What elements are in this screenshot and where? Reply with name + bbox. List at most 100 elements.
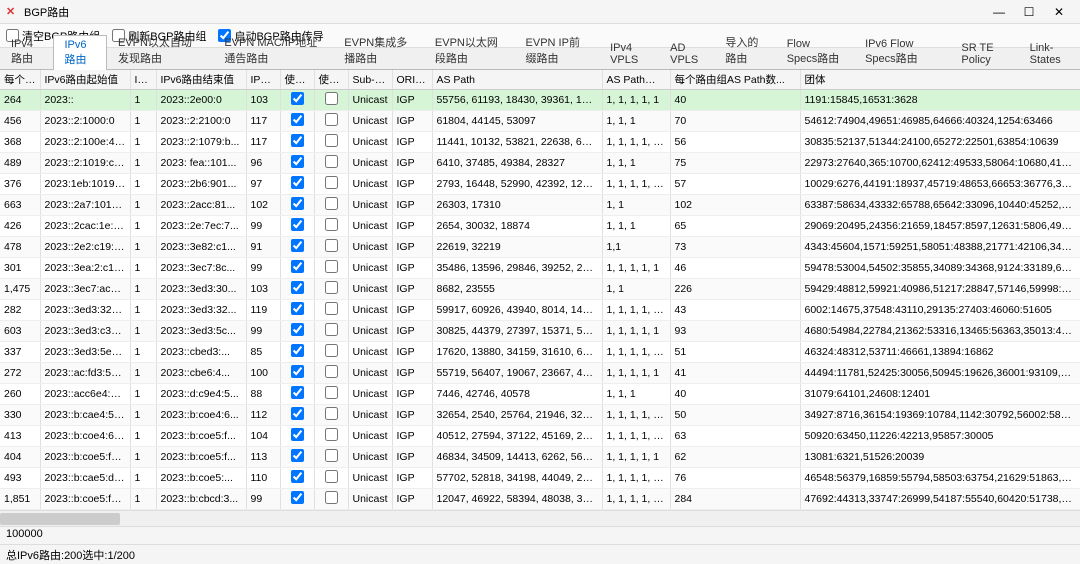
- column-header[interactable]: IPv6路由结束值: [156, 70, 246, 90]
- use-session-checkbox[interactable]: [291, 218, 304, 231]
- cell: [314, 195, 348, 216]
- use-session-checkbox[interactable]: [291, 386, 304, 399]
- cell: 1: [130, 216, 156, 237]
- table-row[interactable]: 3302023::b:cae4:5edbf:...12023::b:coe4:6…: [0, 405, 1080, 426]
- enable-l-checkbox[interactable]: [325, 176, 338, 189]
- enable-l-checkbox[interactable]: [325, 260, 338, 273]
- enable-l-checkbox[interactable]: [325, 470, 338, 483]
- minimize-button[interactable]: —: [984, 2, 1014, 22]
- use-session-checkbox[interactable]: [291, 239, 304, 252]
- column-header[interactable]: AS Path跳变步长: [602, 70, 670, 90]
- use-session-checkbox[interactable]: [291, 302, 304, 315]
- use-session-checkbox[interactable]: [291, 428, 304, 441]
- use-session-checkbox[interactable]: [291, 344, 304, 357]
- enable-l-checkbox[interactable]: [325, 407, 338, 420]
- cell: 73: [670, 237, 800, 258]
- use-session-checkbox[interactable]: [291, 197, 304, 210]
- cell: 29069:20495,24356:21659,18457:8597,12631…: [800, 216, 1080, 237]
- enable-l-checkbox[interactable]: [325, 239, 338, 252]
- enable-l-checkbox[interactable]: [325, 134, 338, 147]
- cell: 1, 1, 1, 1, 1: [602, 90, 670, 111]
- enable-l-checkbox[interactable]: [325, 281, 338, 294]
- enable-l-checkbox[interactable]: [325, 386, 338, 399]
- tab-13[interactable]: Link-States: [1019, 38, 1080, 69]
- table-row[interactable]: 4782023::2e2:c19:c00012023::3e82:c1...91…: [0, 237, 1080, 258]
- horizontal-scrollbar[interactable]: [0, 510, 1080, 526]
- table-row[interactable]: 2642023::12023::2e00:0103UnicastIGP55756…: [0, 90, 1080, 111]
- tab-2[interactable]: EVPN以太自动发现路由: [107, 30, 213, 69]
- enable-l-checkbox[interactable]: [325, 218, 338, 231]
- tab-4[interactable]: EVPN集成多播路由: [333, 30, 424, 69]
- maximize-button[interactable]: ☐: [1014, 2, 1044, 22]
- column-header[interactable]: 每个会话...: [0, 70, 40, 90]
- column-header[interactable]: Sub-AFI: [348, 70, 392, 90]
- enable-l-checkbox[interactable]: [325, 323, 338, 336]
- column-header[interactable]: IPv6...: [130, 70, 156, 90]
- tab-7[interactable]: IPv4 VPLS: [599, 38, 659, 69]
- enable-l-checkbox[interactable]: [325, 428, 338, 441]
- table-row[interactable]: 3682023::2:100e:400012023::2:1079:b...11…: [0, 132, 1080, 153]
- enable-l-checkbox[interactable]: [325, 155, 338, 168]
- enable-l-checkbox[interactable]: [325, 113, 338, 126]
- column-header[interactable]: ORIGIN: [392, 70, 432, 90]
- use-session-checkbox[interactable]: [291, 113, 304, 126]
- table-row[interactable]: 3762023:1eb:1019:c00012023::2b6:901...97…: [0, 174, 1080, 195]
- cell: [314, 258, 348, 279]
- use-session-checkbox[interactable]: [291, 365, 304, 378]
- use-session-checkbox[interactable]: [291, 470, 304, 483]
- use-session-checkbox[interactable]: [291, 281, 304, 294]
- use-session-checkbox[interactable]: [291, 260, 304, 273]
- enable-l-checkbox[interactable]: [325, 365, 338, 378]
- table-row[interactable]: 6032023::3ed3:c32d:400012023::3ed3:5c...…: [0, 321, 1080, 342]
- tab-10[interactable]: Flow Specs路由: [776, 34, 854, 69]
- table-row[interactable]: 2722023::ac:fd3:5edbf:...12023::cbe6:4..…: [0, 363, 1080, 384]
- use-session-checkbox[interactable]: [291, 134, 304, 147]
- tab-12[interactable]: SR TE Policy: [950, 38, 1018, 69]
- table-row[interactable]: 2822023::3ed3:3219:c00012023::3ed3:32...…: [0, 300, 1080, 321]
- column-header[interactable]: 团体: [800, 70, 1080, 90]
- enable-l-checkbox[interactable]: [325, 302, 338, 315]
- table-row[interactable]: 4892023::2:1019:c00012023: fea::101...96…: [0, 153, 1080, 174]
- tab-9[interactable]: 导入的路由: [714, 30, 775, 69]
- table-row[interactable]: 1,8512023::b:coe5:f5ee67:4...12023::b:cb…: [0, 489, 1080, 510]
- table-row[interactable]: 6632023::2a7:1019:c00012023::2acc:81...1…: [0, 195, 1080, 216]
- tab-11[interactable]: IPv6 Flow Specs路由: [854, 34, 950, 69]
- use-session-checkbox[interactable]: [291, 92, 304, 105]
- tab-3[interactable]: EVPN MAC/IP地址通告路由: [213, 30, 333, 69]
- tab-5[interactable]: EVPN以太网段路由: [424, 30, 515, 69]
- enable-l-checkbox[interactable]: [325, 491, 338, 504]
- column-header[interactable]: 每个路由组AS Path数...: [670, 70, 800, 90]
- use-session-checkbox[interactable]: [291, 491, 304, 504]
- enable-l-checkbox[interactable]: [325, 449, 338, 462]
- table-row[interactable]: 1,4752023::3ec7:ac19:c00012023::3ed3:30.…: [0, 279, 1080, 300]
- column-header[interactable]: 使能L...: [314, 70, 348, 90]
- table-row[interactable]: 4132023::b:coe4:6025f4...12023::b:coe5:f…: [0, 426, 1080, 447]
- use-session-checkbox[interactable]: [291, 176, 304, 189]
- column-header[interactable]: IPv6...: [246, 70, 280, 90]
- cell: 2023::3ed3:c32d:4000: [40, 321, 130, 342]
- use-session-checkbox[interactable]: [291, 449, 304, 462]
- cell: Unicast: [348, 321, 392, 342]
- column-header[interactable]: IPv6路由起始值: [40, 70, 130, 90]
- column-header[interactable]: AS Path: [432, 70, 602, 90]
- close-button[interactable]: ✕: [1044, 2, 1074, 22]
- table-row[interactable]: 3012023::3ea:2:c19:c00012023::3ec7:8c...…: [0, 258, 1080, 279]
- table-row[interactable]: 4562023::2:1000:012023::2:2100:0117Unica…: [0, 111, 1080, 132]
- use-session-checkbox[interactable]: [291, 323, 304, 336]
- cell: 1, 1, 1, 1, 1, 1: [602, 300, 670, 321]
- enable-l-checkbox[interactable]: [325, 197, 338, 210]
- tab-6[interactable]: EVPN IP前缀路由: [515, 30, 600, 69]
- column-header[interactable]: 使用会...: [280, 70, 314, 90]
- table-row[interactable]: 4932023::b:cae5:d5fdef:4...12023::b:coe5…: [0, 468, 1080, 489]
- tab-0[interactable]: IPv4路由: [0, 34, 53, 69]
- tab-8[interactable]: AD VPLS: [659, 38, 714, 69]
- enable-l-checkbox[interactable]: [325, 92, 338, 105]
- tab-1[interactable]: IPv6路由: [53, 35, 106, 70]
- use-session-checkbox[interactable]: [291, 407, 304, 420]
- table-row[interactable]: 4262023::2cac:1e:c00012023::2e:7ec:7...9…: [0, 216, 1080, 237]
- enable-l-checkbox[interactable]: [325, 344, 338, 357]
- use-session-checkbox[interactable]: [291, 155, 304, 168]
- table-row[interactable]: 4042023::b:coe5:f6254f...12023::b:coe5:f…: [0, 447, 1080, 468]
- table-row[interactable]: 3372023::3ed3:5edbf:4f0012023::cbed3:...…: [0, 342, 1080, 363]
- table-row[interactable]: 2602023::acc6e4:5edbf...12023::d:c9e4:5.…: [0, 384, 1080, 405]
